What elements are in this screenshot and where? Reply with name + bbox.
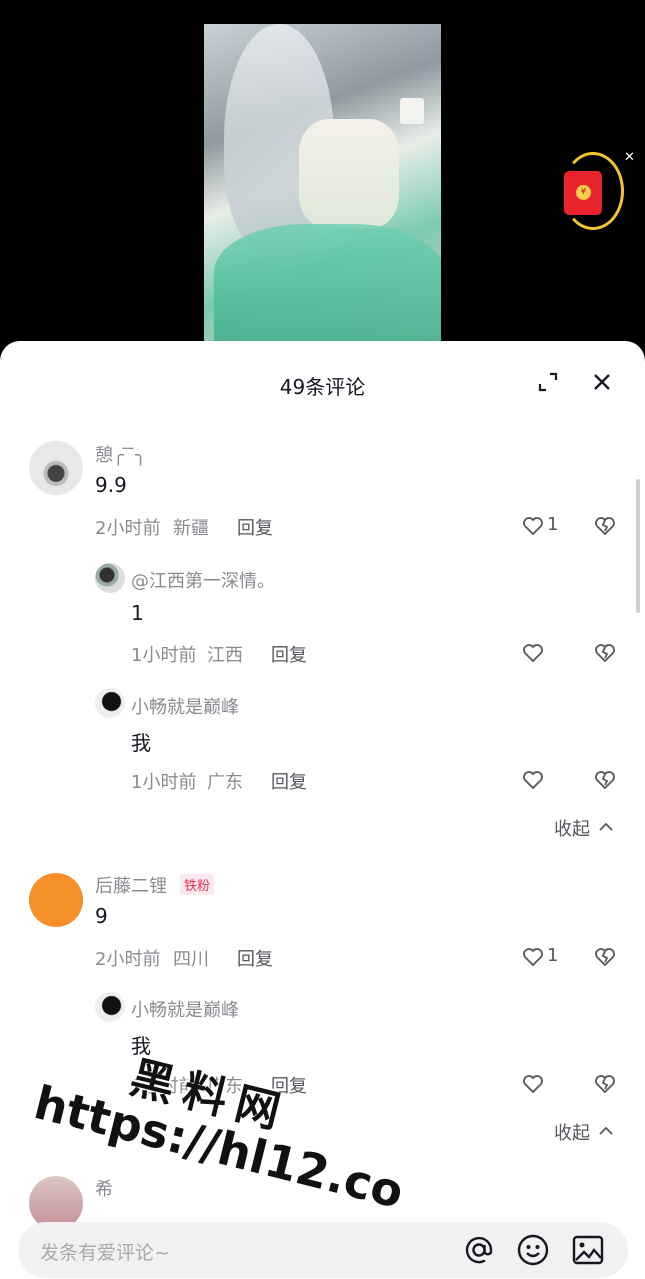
reply-author[interactable]: 小畅就是巅峰 xyxy=(131,996,239,1022)
sheet-header: 49条评论 xyxy=(0,341,645,425)
comment-input[interactable]: 发条有爱评论~ xyxy=(18,1222,628,1278)
reply-time: 1小时前 xyxy=(131,772,197,793)
reply-location: 广东 xyxy=(207,1076,243,1097)
comment-author[interactable]: 希 xyxy=(95,1175,113,1201)
heart-icon[interactable] xyxy=(522,643,544,663)
reply-time: 1小时前 xyxy=(131,645,197,666)
avatar[interactable] xyxy=(95,688,125,718)
comment-location: 新疆 xyxy=(173,518,209,539)
comments-sheet: 49条评论 憩╭︎ ̄ ̄╮ 9.9 2小时前 新疆 回复 1 @江西第一深情。… xyxy=(0,341,645,1279)
reply-location: 广东 xyxy=(207,772,243,793)
emoji-icon[interactable] xyxy=(516,1233,550,1267)
reply-author[interactable]: 小畅就是巅峰 xyxy=(131,693,239,719)
comment-input-placeholder: 发条有爱评论~ xyxy=(40,1242,170,1264)
comment-time: 2小时前 xyxy=(95,949,161,970)
reply-button[interactable]: 回复 xyxy=(271,1072,307,1098)
reply-text: 我 xyxy=(131,731,151,755)
comment-text: 9 xyxy=(95,904,108,928)
avatar[interactable] xyxy=(95,563,125,593)
chevron-up-icon xyxy=(599,1126,613,1135)
avatar[interactable] xyxy=(29,441,83,495)
reply-time: 1小时前 xyxy=(131,1076,197,1097)
avatar[interactable] xyxy=(29,873,83,927)
close-icon[interactable] xyxy=(591,371,613,393)
collapse-button[interactable]: 收起 xyxy=(554,815,618,840)
like-count: 1 xyxy=(547,945,559,966)
comment-time: 2小时前 xyxy=(95,518,161,539)
avatar[interactable] xyxy=(95,992,125,1022)
broken-heart-icon[interactable] xyxy=(594,516,616,536)
fan-badge: 铁粉 xyxy=(180,874,215,895)
heart-icon[interactable] xyxy=(522,770,544,790)
reply-author[interactable]: @江西第一深情。 xyxy=(131,567,275,593)
image-icon[interactable] xyxy=(571,1233,605,1267)
at-icon[interactable] xyxy=(462,1233,496,1267)
reply-location: 江西 xyxy=(207,645,243,666)
reply-text: 我 xyxy=(131,1034,151,1058)
comment-location: 四川 xyxy=(173,949,209,970)
expand-icon[interactable] xyxy=(537,371,559,393)
broken-heart-icon[interactable] xyxy=(594,770,616,790)
red-packet-icon[interactable]: ¥ xyxy=(556,152,626,232)
comment-author[interactable]: 憩╭︎ ̄ ̄╮ xyxy=(95,441,146,467)
heart-icon[interactable] xyxy=(522,1074,544,1094)
video-frame[interactable] xyxy=(204,24,441,344)
reply-button[interactable]: 回复 xyxy=(237,514,273,540)
reply-button[interactable]: 回复 xyxy=(237,945,273,971)
chevron-up-icon xyxy=(599,822,613,831)
heart-icon[interactable] xyxy=(522,947,544,967)
scrollbar[interactable] xyxy=(636,479,640,613)
reply-button[interactable]: 回复 xyxy=(271,641,307,667)
comment-text: 9.9 xyxy=(95,473,127,497)
broken-heart-icon[interactable] xyxy=(594,1074,616,1094)
broken-heart-icon[interactable] xyxy=(594,643,616,663)
broken-heart-icon[interactable] xyxy=(594,947,616,967)
collapse-button[interactable]: 收起 xyxy=(554,1119,618,1144)
reply-text: 1 xyxy=(131,601,144,625)
heart-icon[interactable] xyxy=(522,516,544,536)
reply-button[interactable]: 回复 xyxy=(271,768,307,794)
video-player[interactable]: ¥ ✕ xyxy=(0,0,645,360)
like-count: 1 xyxy=(547,514,559,535)
comment-author[interactable]: 后藤二锂 xyxy=(95,872,167,898)
red-packet-close-icon[interactable]: ✕ xyxy=(624,150,635,165)
